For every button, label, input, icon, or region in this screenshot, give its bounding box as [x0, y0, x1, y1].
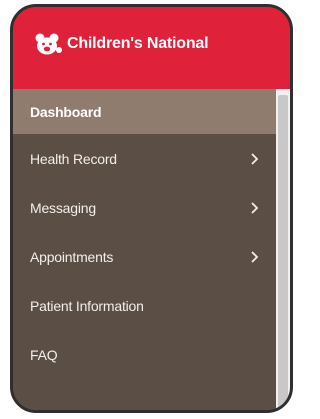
menu-item-patient-information[interactable]: Patient Information: [13, 281, 276, 330]
phone-frame: Children's National Dashboard Health Rec…: [10, 4, 293, 413]
menu-item-faq[interactable]: FAQ: [13, 330, 276, 379]
menu-item-label: FAQ: [30, 346, 58, 363]
chevron-right-icon: [251, 152, 259, 165]
scrollbar-thumb[interactable]: [278, 95, 288, 410]
menu-item-label: Health Record: [30, 150, 117, 167]
menu-item-label: Patient Information: [30, 297, 144, 314]
menu-item-dashboard[interactable]: Dashboard: [13, 89, 276, 134]
menu-item-label: Dashboard: [30, 103, 102, 120]
chevron-right-icon: [251, 250, 259, 263]
menu-item-messaging[interactable]: Messaging: [13, 183, 276, 232]
chevron-right-icon: [251, 201, 259, 214]
brand-logo[interactable]: Children's National: [33, 32, 209, 56]
menu-item-label: Appointments: [30, 248, 114, 265]
bear-logo-icon: [35, 33, 62, 55]
brand-name: Children's National: [67, 35, 209, 52]
menu-scrollbar[interactable]: [276, 89, 290, 410]
menu-item-label: Messaging: [30, 199, 96, 216]
app-header: Children's National: [13, 7, 290, 89]
menu-item-health-record[interactable]: Health Record: [13, 134, 276, 183]
menu-item-appointments[interactable]: Appointments: [13, 232, 276, 281]
side-menu: Dashboard Health Record Messaging Appoin…: [13, 89, 276, 410]
